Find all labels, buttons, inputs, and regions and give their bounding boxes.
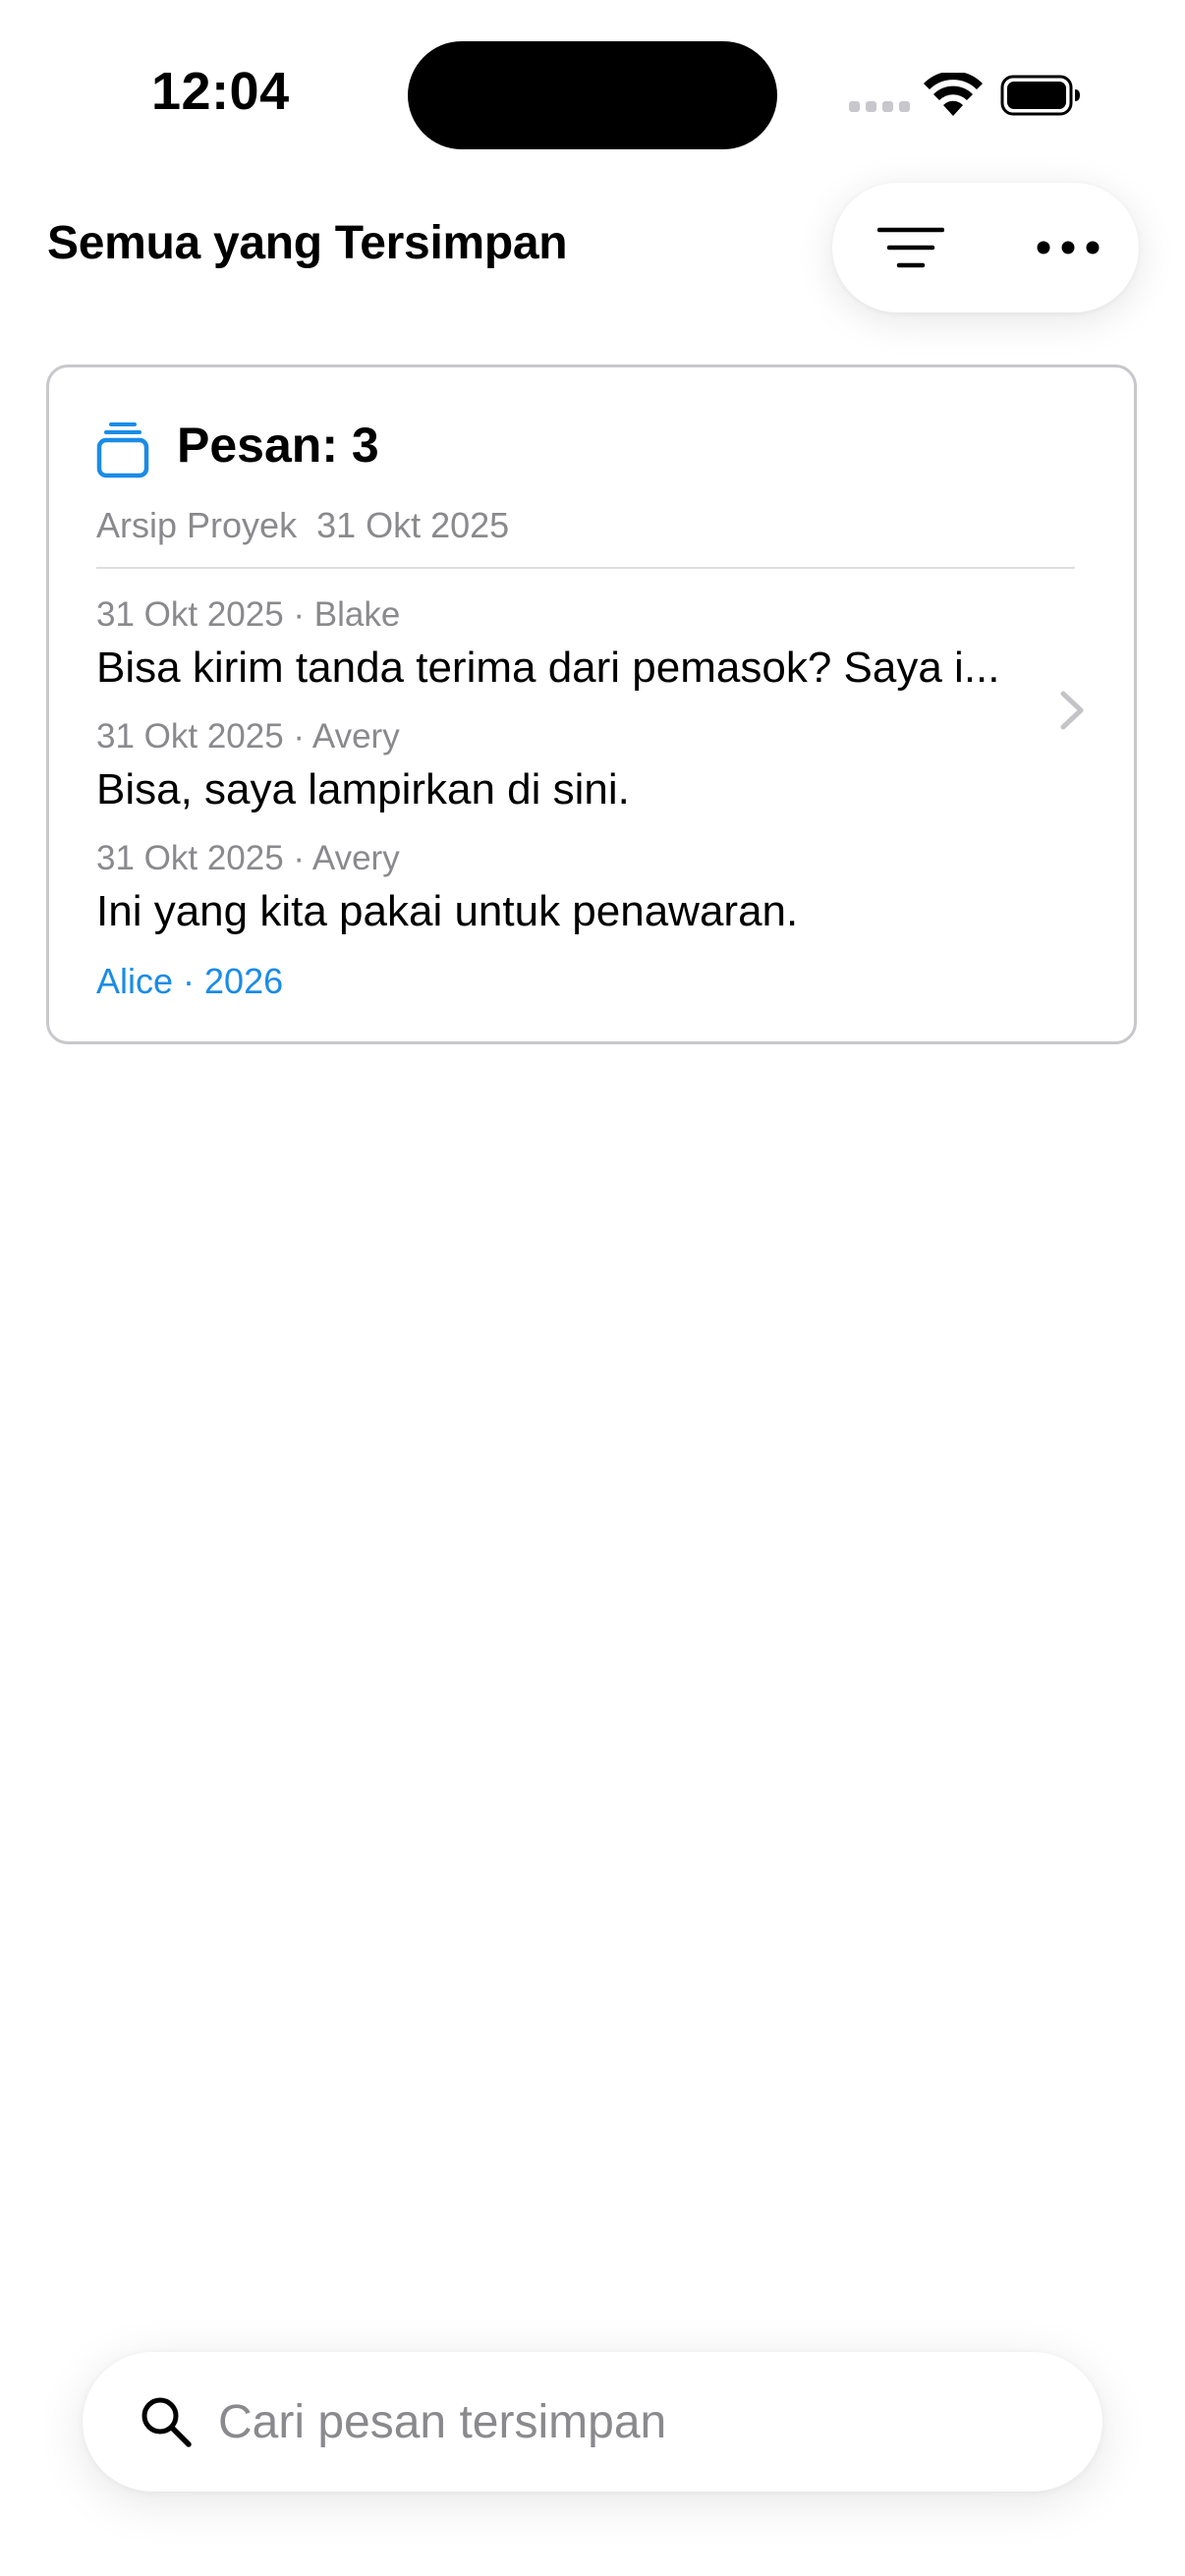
message-item: 31 Okt 2025 · Blake Bisa kirim tanda ter… [96,595,1079,696]
stack-icon [96,422,149,478]
search-input[interactable] [218,2381,1063,2462]
cellular-signal-icon [849,101,910,112]
message-meta: 31 Okt 2025 · Avery [96,717,400,756]
dynamic-island [408,41,777,149]
message-text: Ini yang kita pakai untuk penawaran. [96,887,799,935]
message-meta: 31 Okt 2025 · Blake [96,595,401,634]
message-item: 31 Okt 2025 · Avery Bisa, saya lampirkan… [96,717,1079,817]
filter-button[interactable] [862,208,960,287]
ellipsis-icon [1037,241,1100,254]
card-divider [96,567,1075,569]
message-meta: 31 Okt 2025 · Avery [96,839,400,877]
more-button[interactable] [1019,208,1117,287]
card-subtitle: Arsip Proyek 31 Okt 2025 [96,505,510,545]
message-text: Bisa, saya lampirkan di sini. [96,765,630,813]
page-title: Semua yang Tersimpan [47,217,568,269]
saved-thread-card[interactable]: Pesan: 3 Arsip Proyek 31 Okt 2025 31 Okt… [46,364,1137,1044]
message-item: 31 Okt 2025 · Avery Ini yang kita pakai … [96,839,1079,939]
chevron-right-icon [1060,691,1084,730]
header-actions [832,183,1139,312]
filter-lines-icon [877,227,944,268]
card-title: Pesan: 3 [177,418,379,473]
search-icon [141,2397,192,2447]
battery-icon [1000,75,1080,116]
wifi-icon [924,73,983,116]
search-bar[interactable] [83,2352,1102,2492]
message-text: Bisa kirim tanda terima dari pemasok? Sa… [96,644,1000,692]
status-time: 12:04 [151,62,290,121]
card-footer: Alice · 2026 [96,961,284,1001]
